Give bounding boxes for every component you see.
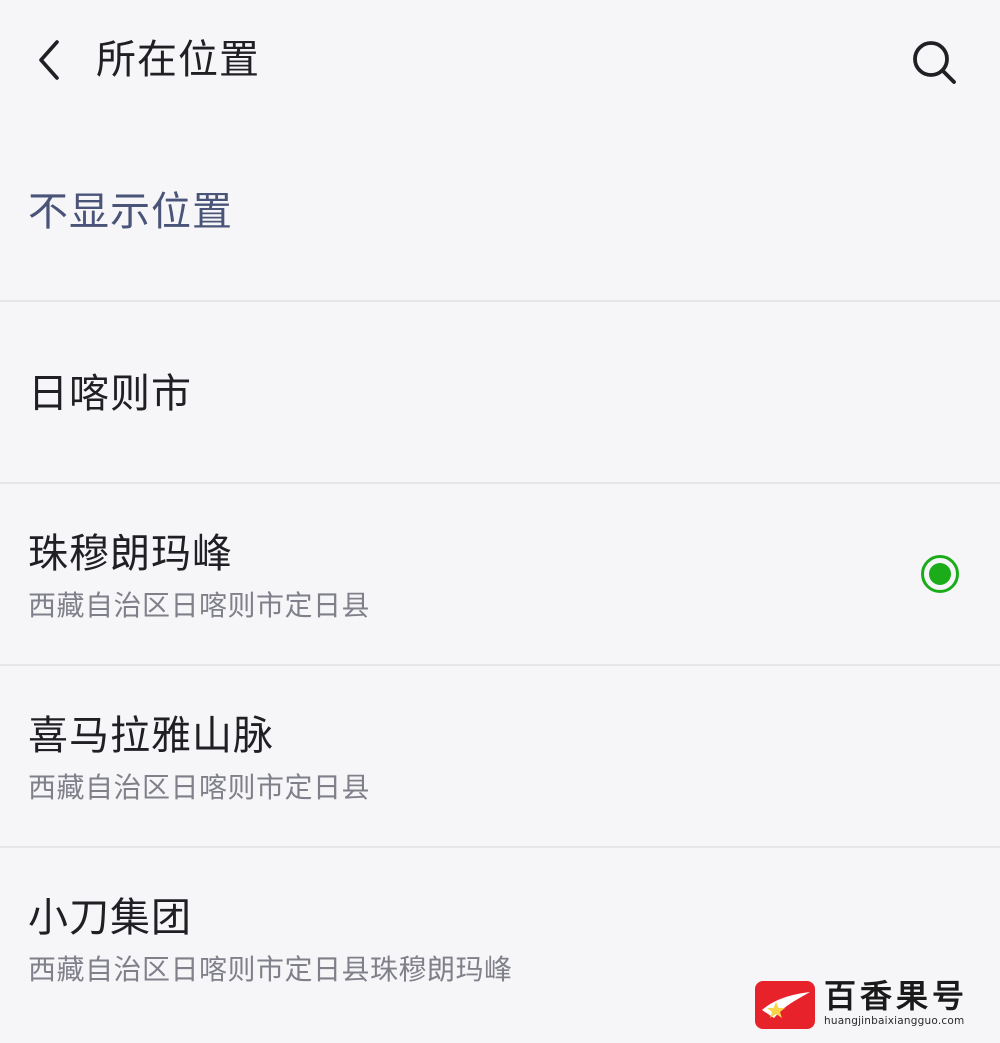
location-list: 不显示位置 日喀则市 珠穆朗玛峰 西藏自治区日喀则市定日县 喜马拉雅山脉 西藏自… [0, 122, 1000, 1043]
location-item-himalaya[interactable]: 喜马拉雅山脉 西藏自治区日喀则市定日县 [0, 666, 1000, 848]
app-header: 所在位置 [0, 0, 1000, 122]
watermark-url: huangjinbaixiangguo.com [824, 1015, 965, 1027]
location-address: 西藏自治区日喀则市定日县 [28, 589, 371, 622]
location-item-everest[interactable]: 珠穆朗玛峰 西藏自治区日喀则市定日县 [0, 484, 1000, 666]
search-icon [913, 41, 956, 84]
location-name: 珠穆朗玛峰 [28, 531, 233, 577]
location-address: 西藏自治区日喀则市定日县 [28, 771, 371, 804]
chevron-left-icon [39, 40, 59, 80]
watermark-text: 百香果号 huangjinbaixiangguo.com [824, 978, 994, 1028]
location-name: 喜马拉雅山脉 [28, 713, 274, 759]
location-address: 西藏自治区日喀则市定日县珠穆朗玛峰 [28, 953, 513, 986]
watermark-title: 百香果号 [824, 977, 969, 1015]
watermark-logo-icon [755, 981, 815, 1029]
radio-selected-icon[interactable] [920, 554, 960, 594]
back-button[interactable] [22, 34, 74, 86]
city-label: 日喀则市 [28, 371, 192, 417]
watermark: 百香果号 huangjinbaixiangguo.com [754, 978, 994, 1032]
no-location-label: 不显示位置 [28, 189, 233, 235]
no-location-option[interactable]: 不显示位置 [0, 122, 1000, 302]
page-title: 所在位置 [96, 37, 260, 83]
search-button[interactable] [904, 34, 964, 90]
city-option[interactable]: 日喀则市 [0, 302, 1000, 484]
location-name: 小刀集团 [28, 895, 192, 941]
